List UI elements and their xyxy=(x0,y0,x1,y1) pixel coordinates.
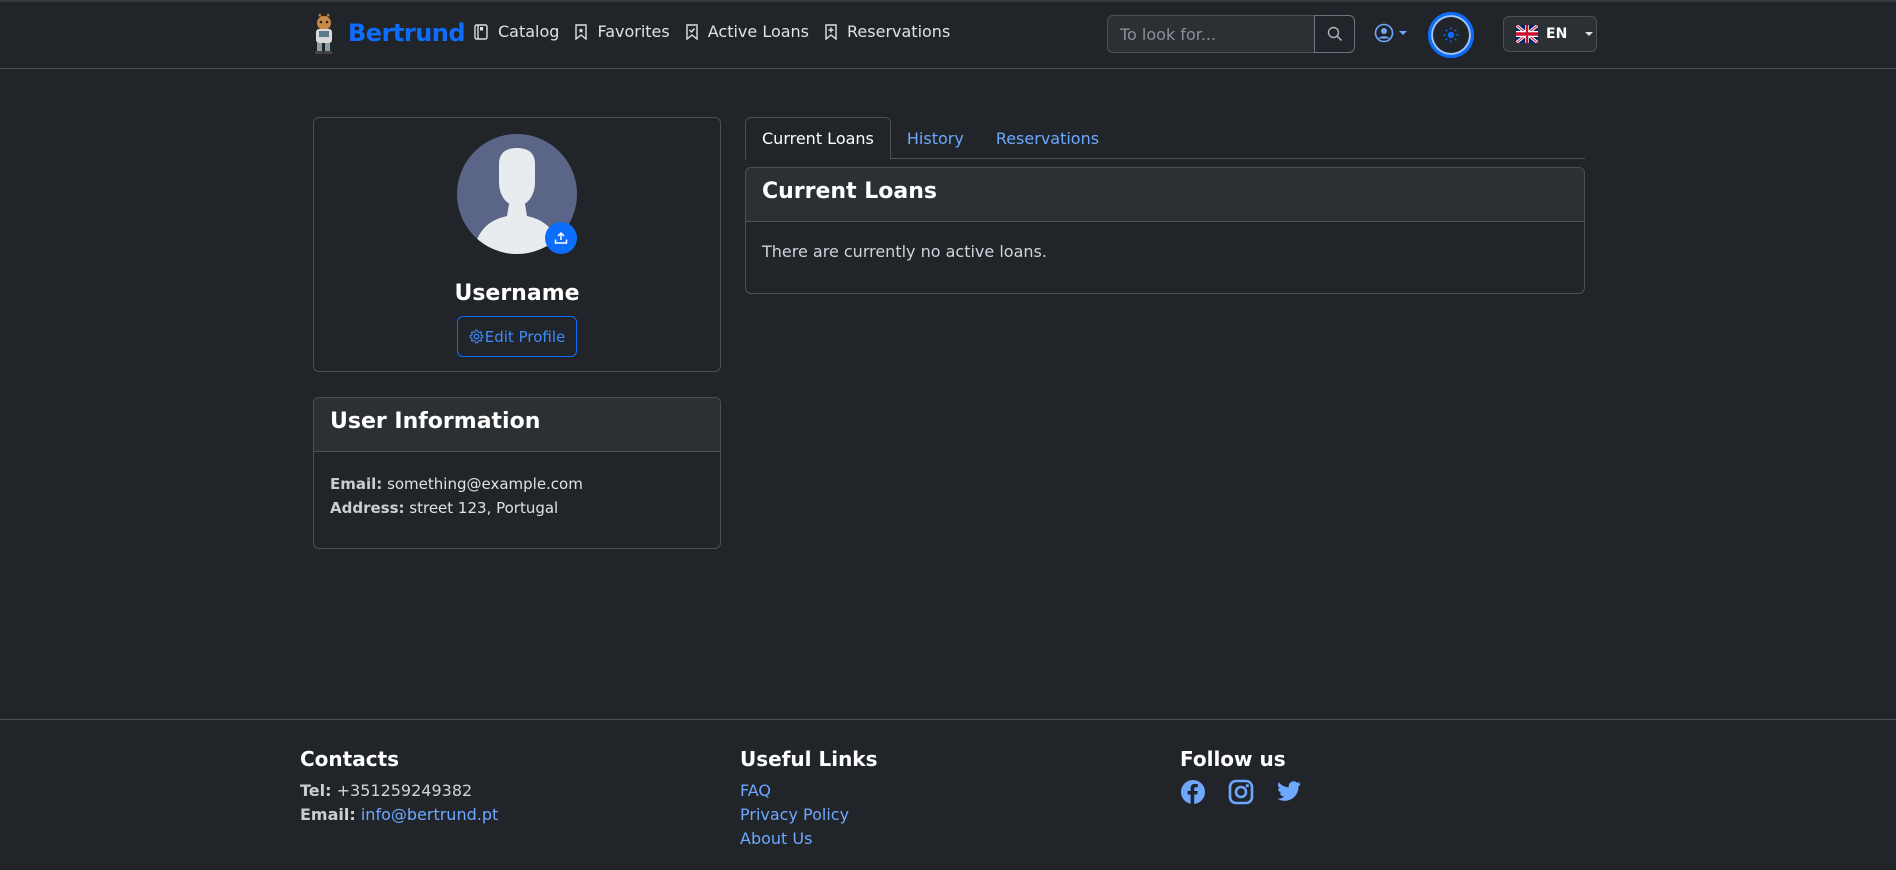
avatar-wrapper xyxy=(457,134,577,254)
footer-email-label: Email: xyxy=(300,805,356,824)
bookmark-plus-icon xyxy=(825,23,837,40)
nav-item-label: Favorites xyxy=(597,22,670,41)
bookmark-check-icon xyxy=(686,23,698,40)
language-code: EN xyxy=(1546,26,1568,42)
tel-value: +351259249382 xyxy=(336,781,473,800)
current-loans-card: Current Loans There are currently no act… xyxy=(745,167,1585,294)
caret-down-icon xyxy=(1585,32,1594,36)
gear-icon xyxy=(469,329,484,344)
search-button[interactable] xyxy=(1314,15,1355,53)
no-loans-message: There are currently no active loans. xyxy=(762,242,1047,261)
user-circle-icon xyxy=(1374,23,1394,43)
footer-contacts: Contacts Tel: +351259249382 Email: info@… xyxy=(300,747,498,827)
contacts-title: Contacts xyxy=(300,747,400,771)
twitter-icon[interactable] xyxy=(1276,779,1302,809)
footer-useful-links: Useful Links FAQ Privacy Policy About Us xyxy=(740,747,878,851)
email-label: Email: xyxy=(330,475,383,493)
tel-label: Tel: xyxy=(300,781,332,800)
brand-name: Bertrund xyxy=(348,19,466,47)
search-group xyxy=(1107,15,1355,53)
nav-item-catalog[interactable]: Catalog xyxy=(474,22,559,41)
social-links xyxy=(1180,779,1302,809)
user-information-title: User Information xyxy=(314,398,720,452)
footer-follow-us: Follow us xyxy=(1180,747,1302,809)
privacy-policy-link[interactable]: Privacy Policy xyxy=(740,805,849,824)
address-label: Address: xyxy=(330,499,405,517)
about-us-link[interactable]: About Us xyxy=(740,829,812,848)
search-input[interactable] xyxy=(1107,15,1314,53)
user-menu-dropdown[interactable] xyxy=(1374,23,1408,43)
user-information-body: Email: something@example.com Address: st… xyxy=(314,452,720,540)
address-value: street 123, Portugal xyxy=(409,499,559,517)
edit-profile-button[interactable]: Edit Profile xyxy=(457,316,577,357)
instagram-icon[interactable] xyxy=(1228,779,1254,809)
tab-reservations[interactable]: Reservations xyxy=(980,117,1115,159)
profile-card: Username Edit Profile xyxy=(313,117,721,372)
language-dropdown[interactable]: EN xyxy=(1503,16,1597,52)
search-icon xyxy=(1327,26,1342,42)
useful-links-title: Useful Links xyxy=(740,747,878,771)
nav-item-label: Active Loans xyxy=(707,22,810,41)
footer-email-link[interactable]: info@bertrund.pt xyxy=(361,805,498,824)
footer: Contacts Tel: +351259249382 Email: info@… xyxy=(0,719,1896,870)
username: Username xyxy=(454,281,580,306)
nav-item-favorites[interactable]: Favorites xyxy=(575,22,670,41)
faq-link[interactable]: FAQ xyxy=(740,781,771,800)
sun-icon xyxy=(1443,27,1459,43)
bookmark-icon xyxy=(575,23,588,40)
edit-profile-label: Edit Profile xyxy=(484,327,566,346)
navbar: Bertrund Catalog Favorites Active Loans xyxy=(0,0,1896,69)
tel-row: Tel: +351259249382 xyxy=(300,779,498,803)
email-value: something@example.com xyxy=(387,475,583,493)
tab-current-loans[interactable]: Current Loans xyxy=(745,117,891,160)
theme-toggle-button[interactable] xyxy=(1428,12,1474,58)
book-icon xyxy=(474,23,488,40)
brand-logo-icon xyxy=(315,13,332,54)
current-loans-title: Current Loans xyxy=(746,168,1584,222)
tab-history[interactable]: History xyxy=(891,117,980,159)
footer-email-row: Email: info@bertrund.pt xyxy=(300,803,498,827)
upload-icon xyxy=(554,231,568,244)
nav-item-reservations[interactable]: Reservations xyxy=(825,22,950,41)
facebook-icon[interactable] xyxy=(1180,779,1206,809)
nav-item-label: Reservations xyxy=(847,22,951,41)
caret-down-icon xyxy=(1399,31,1407,35)
brand-link[interactable]: Bertrund xyxy=(310,12,466,54)
upload-avatar-button[interactable] xyxy=(545,222,577,254)
address-row: Address: street 123, Portugal xyxy=(330,496,704,520)
nav-links: Catalog Favorites Active Loans Reservati… xyxy=(474,22,966,41)
email-row: Email: something@example.com xyxy=(330,472,704,496)
nav-item-label: Catalog xyxy=(498,22,560,41)
follow-us-title: Follow us xyxy=(1180,747,1286,771)
user-information-card: User Information Email: something@exampl… xyxy=(313,397,721,549)
nav-item-active-loans[interactable]: Active Loans xyxy=(686,22,809,41)
loan-tabs: Current Loans History Reservations xyxy=(745,117,1585,160)
uk-flag-icon xyxy=(1516,25,1538,43)
